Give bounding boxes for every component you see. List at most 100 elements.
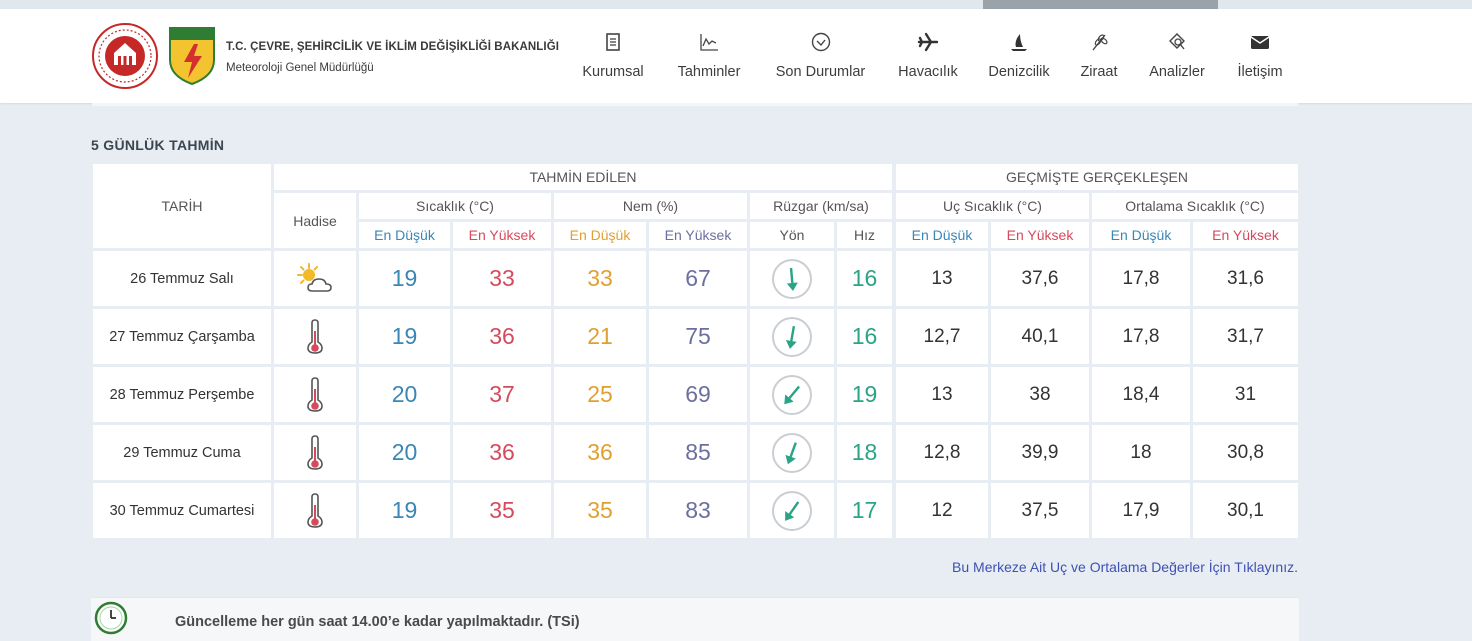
nav-havacilik[interactable]: Havacılık xyxy=(897,31,959,80)
row-avg-high: 31,6 xyxy=(1193,251,1298,306)
thermometer-icon xyxy=(307,492,323,528)
row-avg-low: 18,4 xyxy=(1092,367,1190,422)
partly-cloudy-icon xyxy=(297,262,332,292)
row-humidity-high: 69 xyxy=(649,367,747,422)
row-temp-low: 19 xyxy=(359,483,450,538)
row-temp-low: 19 xyxy=(359,251,450,306)
header-temperature: Sıcaklık (°C) xyxy=(359,193,551,219)
ministry-seal-logo[interactable] xyxy=(92,23,158,89)
header-avg-temp: Ortalama Sıcaklık (°C) xyxy=(1092,193,1298,219)
thermometer-icon xyxy=(307,434,323,470)
submenu-strip xyxy=(92,103,1298,106)
wind-direction-icon xyxy=(772,374,812,415)
chart-icon xyxy=(700,34,718,51)
row-event xyxy=(274,367,356,422)
nav-denizcilik[interactable]: Denizcilik xyxy=(986,31,1052,80)
row-extreme-low: 12 xyxy=(896,483,988,538)
row-wind-direction xyxy=(750,483,834,538)
row-temp-high: 37 xyxy=(453,367,551,422)
row-date: 28 Temmuz Perşembe xyxy=(93,367,271,422)
directorate-name: Meteoroloji Genel Müdürlüğü xyxy=(226,62,374,74)
ministry-name: T.C. ÇEVRE, ŞEHİRCİLİK VE İKLİM DEĞİŞİKL… xyxy=(226,41,560,53)
sub-wind-direction: Yön xyxy=(750,222,834,248)
sub-humidity-high: En Yüksek xyxy=(649,222,747,248)
row-humidity-high: 75 xyxy=(649,309,747,364)
row-wind-direction xyxy=(750,367,834,422)
header-date: TARİH xyxy=(93,164,271,248)
row-extreme-low: 13 xyxy=(896,367,988,422)
nav-iletisim[interactable]: İletişim xyxy=(1235,31,1285,80)
nav-son-durumlar[interactable]: Son Durumlar xyxy=(772,31,869,80)
row-avg-high: 31,7 xyxy=(1193,309,1298,364)
header-extreme-temp: Uç Sıcaklık (°C) xyxy=(896,193,1089,219)
nav-label: Son Durumlar xyxy=(775,64,866,80)
header-forecast-group: TAHMİN EDİLEN xyxy=(274,164,892,190)
header-wind: Rüzgar (km/sa) xyxy=(750,193,892,219)
plane-icon xyxy=(917,32,939,52)
row-event xyxy=(274,425,356,480)
row-wind-speed: 18 xyxy=(837,425,892,480)
row-extreme-low: 12,8 xyxy=(896,425,988,480)
row-extreme-high: 37,6 xyxy=(991,251,1089,306)
row-avg-high: 31 xyxy=(1193,367,1298,422)
nav-label: Kurumsal xyxy=(582,64,644,80)
row-avg-high: 30,8 xyxy=(1193,425,1298,480)
row-humidity-high: 67 xyxy=(649,251,747,306)
site-header: T.C. ÇEVRE, ŞEHİRCİLİK VE İKLİM DEĞİŞİKL… xyxy=(0,9,1472,103)
sub-avg-high: En Yüksek xyxy=(1193,222,1298,248)
row-temp-high: 36 xyxy=(453,309,551,364)
row-temp-high: 35 xyxy=(453,483,551,538)
nav-label: Ziraat xyxy=(1080,64,1118,80)
row-humidity-low: 25 xyxy=(554,367,646,422)
extreme-values-link[interactable]: Bu Merkeze Ait Uç ve Ortalama Değerler İ… xyxy=(952,559,1298,575)
meteoroloji-logo[interactable] xyxy=(168,26,216,86)
nav-analizler[interactable]: Analizler xyxy=(1147,31,1207,80)
document-icon xyxy=(606,33,620,51)
row-temp-low: 20 xyxy=(359,425,450,480)
row-wind-direction xyxy=(750,251,834,306)
row-extreme-low: 13 xyxy=(896,251,988,306)
sub-extreme-high: En Yüksek xyxy=(991,222,1089,248)
thermometer-icon xyxy=(307,376,323,412)
row-extreme-high: 38 xyxy=(991,367,1089,422)
row-extreme-low: 12,7 xyxy=(896,309,988,364)
row-humidity-low: 33 xyxy=(554,251,646,306)
circle-check-icon xyxy=(811,32,830,52)
sub-extreme-low: En Düşük xyxy=(896,222,988,248)
row-avg-low: 17,9 xyxy=(1092,483,1190,538)
nav-label: Analizler xyxy=(1149,64,1205,80)
row-date: 29 Temmuz Cuma xyxy=(93,425,271,480)
row-temp-low: 19 xyxy=(359,309,450,364)
row-date: 27 Temmuz Çarşamba xyxy=(93,309,271,364)
notice-text: Güncelleme her gün saat 14.00’e kadar ya… xyxy=(175,614,580,630)
row-wind-direction xyxy=(750,425,834,480)
top-strip xyxy=(0,0,1472,9)
row-temp-low: 20 xyxy=(359,367,450,422)
row-temp-high: 36 xyxy=(453,425,551,480)
section-title: 5 GÜNLÜK TAHMİN xyxy=(91,137,225,153)
row-wind-direction xyxy=(750,309,834,364)
nav-kurumsal[interactable]: Kurumsal xyxy=(580,31,646,80)
row-humidity-low: 36 xyxy=(554,425,646,480)
row-extreme-high: 39,9 xyxy=(991,425,1089,480)
clock-icon xyxy=(94,601,128,635)
update-notice: Güncelleme her gün saat 14.00’e kadar ya… xyxy=(91,597,1299,641)
wind-direction-icon xyxy=(772,316,812,357)
row-wind-speed: 16 xyxy=(837,251,892,306)
envelope-icon xyxy=(1250,36,1270,49)
header-past-group: GEÇMİŞTE GERÇEKLEŞEN xyxy=(896,164,1298,190)
row-event xyxy=(274,251,356,306)
row-humidity-high: 83 xyxy=(649,483,747,538)
search-icon xyxy=(1169,33,1185,50)
nav-tahminler[interactable]: Tahminler xyxy=(674,31,744,80)
sub-wind-speed: Hız xyxy=(837,222,892,248)
nav-label: Tahminler xyxy=(677,64,741,80)
sub-humidity-low: En Düşük xyxy=(554,222,646,248)
row-avg-low: 17,8 xyxy=(1092,251,1190,306)
row-wind-speed: 19 xyxy=(837,367,892,422)
row-extreme-high: 37,5 xyxy=(991,483,1089,538)
sub-avg-low: En Düşük xyxy=(1092,222,1190,248)
header-humidity: Nem (%) xyxy=(554,193,747,219)
nav-ziraat[interactable]: Ziraat xyxy=(1078,31,1120,80)
thermometer-icon xyxy=(307,318,323,354)
